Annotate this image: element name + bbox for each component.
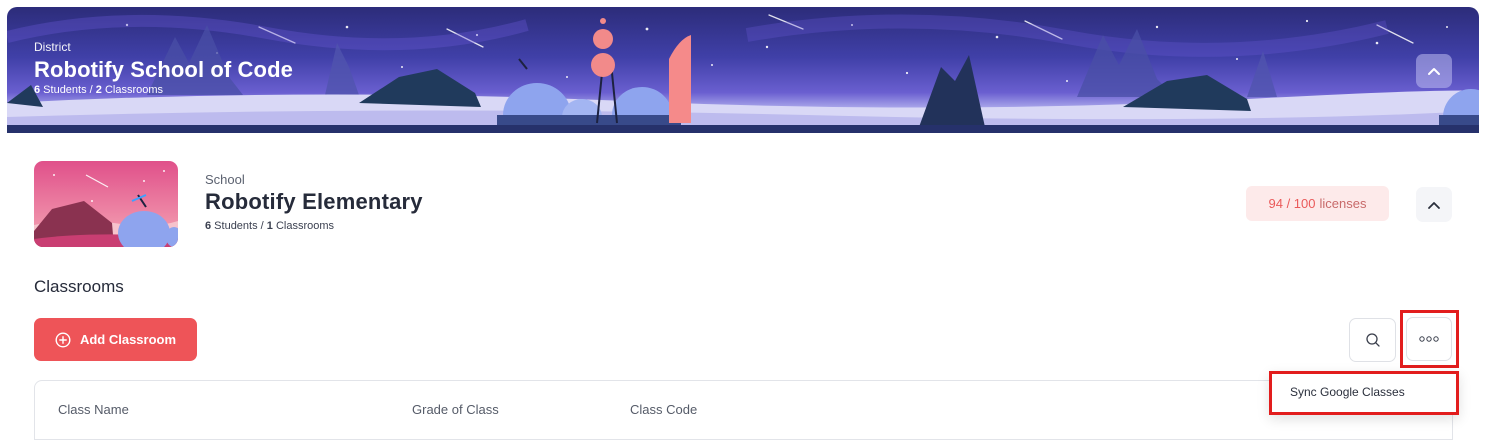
more-options-menu: Sync Google Classes — [1269, 371, 1459, 415]
classrooms-table: Class Name Grade of Class Class Code — [34, 380, 1453, 440]
column-header-class-code[interactable]: Class Code — [630, 402, 697, 417]
school-counts: 6 Students / 1 Classrooms — [205, 220, 423, 232]
menu-item-sync-google-classes[interactable]: Sync Google Classes — [1290, 385, 1405, 399]
licenses-used: 94 / 100 — [1268, 196, 1316, 211]
search-button[interactable] — [1349, 318, 1396, 362]
licenses-badge: 94 / 100 licenses — [1246, 186, 1389, 221]
school-students-label: Students / — [211, 220, 267, 232]
add-classroom-button[interactable]: Add Classroom — [34, 318, 197, 361]
school-classrooms-label: Classrooms — [272, 220, 335, 232]
chevron-up-icon — [1428, 201, 1440, 209]
add-classroom-label: Add Classroom — [79, 332, 177, 347]
district-label: District — [34, 40, 71, 54]
column-header-class-name[interactable]: Class Name — [58, 402, 129, 417]
school-title: Robotify Elementary — [205, 189, 423, 214]
school-label: School — [205, 172, 245, 187]
school-illustration — [34, 161, 178, 247]
plus-circle-icon — [55, 331, 71, 348]
banner-bottom-strip — [7, 125, 1479, 133]
district-banner: District Robotify School of Code 6 Stude… — [7, 7, 1479, 133]
district-collapse-button[interactable] — [1416, 54, 1452, 88]
school-info: School Robotify Elementary 6 Students / … — [205, 172, 423, 232]
district-students-label: Students / — [40, 84, 96, 96]
more-horizontal-icon — [1419, 336, 1439, 342]
district-info: District Robotify School of Code 6 Stude… — [34, 40, 293, 96]
column-header-grade[interactable]: Grade of Class — [412, 402, 499, 417]
chevron-up-icon — [1428, 68, 1440, 75]
district-title: Robotify School of Code — [34, 57, 293, 82]
classrooms-heading: Classrooms — [34, 277, 124, 296]
district-counts: 6 Students / 2 Classrooms — [34, 84, 293, 96]
search-icon — [1365, 333, 1380, 347]
school-thumbnail — [34, 161, 178, 247]
licenses-label: licenses — [1319, 196, 1367, 211]
more-options-button[interactable] — [1406, 317, 1452, 361]
district-classrooms-label: Classrooms — [101, 84, 164, 96]
school-collapse-button[interactable] — [1416, 187, 1452, 222]
